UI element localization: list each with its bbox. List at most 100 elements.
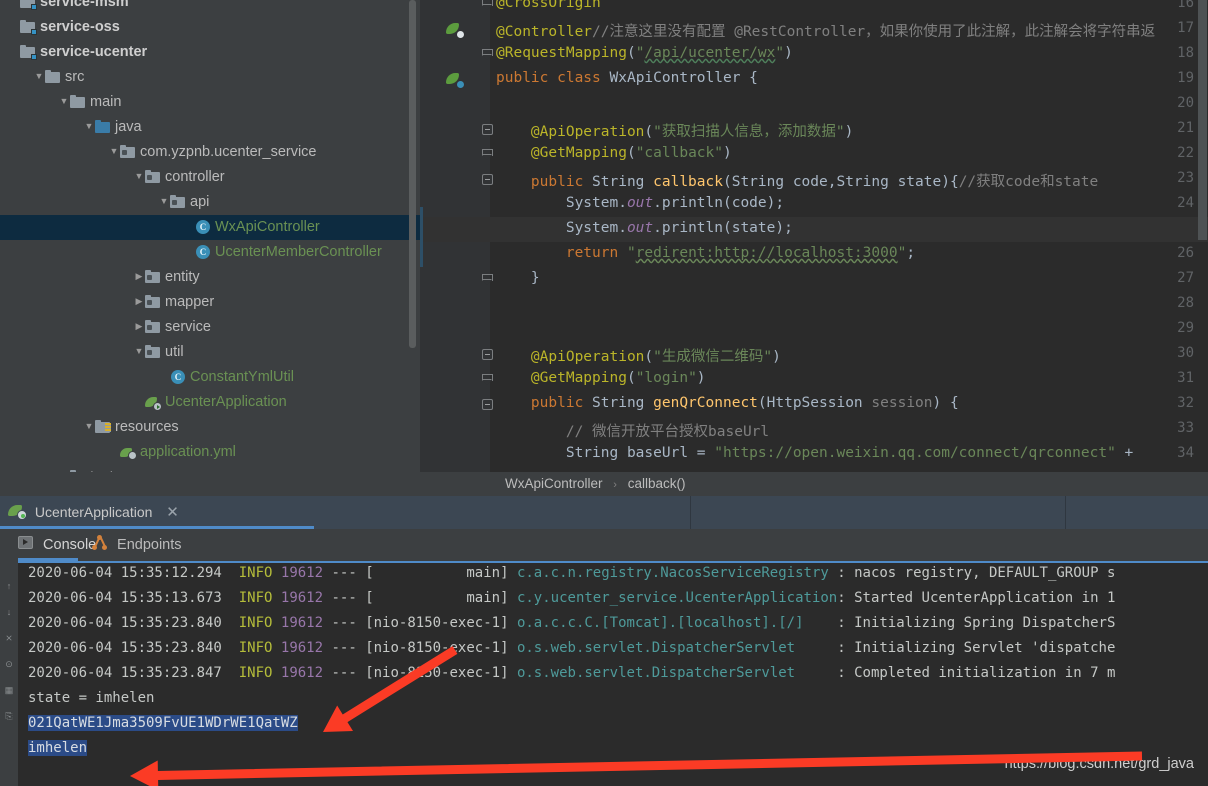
- chevron-right-icon[interactable]: ▶: [133, 264, 145, 289]
- current-line-gutter-highlight: [420, 217, 490, 242]
- code-line[interactable]: System.out.println(state);: [496, 220, 793, 236]
- chevron-right-icon[interactable]: ▶: [133, 289, 145, 314]
- breadcrumb-class[interactable]: WxApiController: [505, 476, 603, 491]
- tree-item-constantymlutil[interactable]: C ConstantYmlUtil: [0, 365, 420, 390]
- chevron-down-icon[interactable]: ▼: [108, 139, 120, 164]
- code-editor[interactable]: 16171819202122232425262728293031323334 @…: [420, 0, 1208, 472]
- tree-item-label: WxApiController: [215, 219, 320, 235]
- chevron-right-icon[interactable]: ▶: [133, 314, 145, 339]
- spring-bean-gutter-icon[interactable]: [446, 71, 465, 89]
- code-fold-icon[interactable]: [482, 49, 493, 60]
- code-line[interactable]: // 微信开放平台授权baseUrl: [496, 420, 769, 441]
- java-class-icon: C: [195, 219, 211, 235]
- console-toolbar-icon[interactable]: ⎘: [4, 711, 14, 721]
- package-icon: [145, 319, 161, 335]
- tree-item-api[interactable]: ▼ api: [0, 190, 420, 215]
- chevron-down-icon[interactable]: ▼: [83, 114, 95, 139]
- tree-item-service[interactable]: ▶ service: [0, 315, 420, 340]
- tree-item-label: mapper: [165, 294, 215, 310]
- tree-item-entity[interactable]: ▶ entity: [0, 265, 420, 290]
- console-output-line: state = imhelen: [28, 690, 155, 706]
- code-line[interactable]: public String genQrConnect(HttpSession s…: [496, 395, 959, 411]
- code-line[interactable]: @ApiOperation("生成微信二维码"): [496, 345, 781, 366]
- package-icon: [120, 144, 136, 160]
- code-fold-icon[interactable]: [482, 349, 493, 360]
- run-subtab-bar[interactable]: Console Endpoints: [0, 529, 1208, 561]
- chevron-down-icon[interactable]: ▼: [133, 164, 145, 189]
- tree-item-service-oss[interactable]: service-oss: [0, 15, 420, 40]
- tree-item-label: main: [90, 94, 122, 110]
- tree-item-service-msm[interactable]: service-msm: [0, 0, 420, 15]
- tab-console[interactable]: Console: [18, 529, 96, 561]
- console-toolbar-icon[interactable]: ⨯: [4, 633, 14, 643]
- tree-item-ucenterapplication[interactable]: UcenterApplication: [0, 390, 420, 415]
- code-fold-icon[interactable]: [482, 0, 493, 10]
- code-line[interactable]: }: [496, 270, 540, 286]
- package-icon: [145, 344, 161, 360]
- code-line[interactable]: @CrossOrigin: [496, 0, 601, 11]
- watermark: https://blog.csdn.net/grd_java: [1004, 756, 1194, 772]
- code-line[interactable]: public String callback(String code,Strin…: [496, 170, 1098, 191]
- tree-item-ucentermembercontroller[interactable]: C UcenterMemberController: [0, 240, 420, 265]
- breadcrumb[interactable]: WxApiController › callback(): [420, 472, 1208, 496]
- tree-item-application-yml[interactable]: application.yml: [0, 440, 420, 465]
- tree-item-label: application.yml: [140, 444, 236, 460]
- code-fold-icon[interactable]: [482, 274, 493, 285]
- tree-item-java[interactable]: ▼ java: [0, 115, 420, 140]
- code-fold-icon[interactable]: [482, 174, 493, 185]
- code-line[interactable]: System.out.println(code);: [496, 195, 784, 211]
- code-line[interactable]: @RequestMapping("/api/ucenter/wx"): [496, 45, 793, 61]
- editor-scrollbar[interactable]: [1198, 0, 1207, 240]
- chevron-down-icon[interactable]: ▼: [83, 414, 95, 439]
- chevron-down-icon[interactable]: ▼: [133, 339, 145, 364]
- code-line[interactable]: String baseUrl = "https://open.weixin.qq…: [496, 445, 1133, 461]
- code-line[interactable]: @ApiOperation("获取扫描人信息，添加数据"): [496, 120, 853, 141]
- close-icon[interactable]: ✕: [166, 504, 179, 521]
- code-line[interactable]: @Controller//注意这里没有配置 @RestController，如果…: [496, 20, 1155, 41]
- code-line[interactable]: public class WxApiController {: [496, 70, 758, 86]
- console-toolbar-icon[interactable]: ↓: [4, 607, 14, 617]
- java-class-icon: C: [170, 369, 186, 385]
- code-line[interactable]: @GetMapping("login"): [496, 370, 706, 386]
- tree-item-service-ucenter[interactable]: service-ucenter: [0, 40, 420, 65]
- breadcrumb-method[interactable]: callback(): [628, 476, 686, 491]
- console-log-line: 2020-06-04 15:35:23.840 INFO 19612 --- […: [28, 640, 1116, 656]
- code-fold-icon[interactable]: [482, 124, 493, 135]
- tree-item-label: com.yzpnb.ucenter_service: [140, 144, 317, 160]
- tree-item-label: src: [65, 69, 85, 85]
- tree-item-controller[interactable]: ▼ controller: [0, 165, 420, 190]
- tree-item-label: service-ucenter: [40, 44, 148, 60]
- code-line[interactable]: @GetMapping("callback"): [496, 145, 732, 161]
- tree-item-label: util: [165, 344, 184, 360]
- tree-item-mapper[interactable]: ▶ mapper: [0, 290, 420, 315]
- project-tool-window[interactable]: service-msm service-oss service-ucenter ▼ sr…: [0, 0, 420, 495]
- code-text[interactable]: @CrossOrigin @Controller//注意这里没有配置 @RestC…: [496, 0, 1208, 472]
- console-side-toolbar[interactable]: ↑ ↓ ⨯ ⊙ ▦ ⎘: [0, 561, 18, 786]
- console-output[interactable]: 2020-06-04 15:35:12.294 INFO 19612 --- […: [18, 561, 1208, 786]
- console-toolbar-icon[interactable]: ⊙: [4, 659, 14, 669]
- console-toolbar-icon[interactable]: ▦: [4, 685, 14, 695]
- console-toolbar-icon[interactable]: ↑: [4, 581, 14, 591]
- tab-endpoints[interactable]: Endpoints: [92, 529, 182, 561]
- code-fold-icon[interactable]: [482, 149, 493, 160]
- project-tree-scrollbar[interactable]: [409, 0, 416, 348]
- folder-icon: [70, 94, 86, 110]
- code-fold-icon[interactable]: [482, 374, 493, 385]
- tree-item-resources[interactable]: ▼ resources: [0, 415, 420, 440]
- console-output-line: 021QatWE1Jma3509FvUE1WDrWE1QatWZ: [28, 715, 298, 731]
- tree-item-main[interactable]: ▼ main: [0, 90, 420, 115]
- code-fold-icon[interactable]: [482, 399, 493, 410]
- chevron-down-icon[interactable]: ▼: [58, 89, 70, 114]
- tree-item-src[interactable]: ▼ src: [0, 65, 420, 90]
- spring-mapping-gutter-icon[interactable]: [446, 21, 465, 39]
- tree-item-util[interactable]: ▼ util: [0, 340, 420, 365]
- console-icon: [18, 535, 34, 551]
- run-tab-ucenterapplication[interactable]: UcenterApplication ✕: [0, 496, 314, 529]
- tree-item-com-yzpnb-ucenter-service[interactable]: ▼ com.yzpnb.ucenter_service: [0, 140, 420, 165]
- run-tool-window-tabbar[interactable]: UcenterApplication ✕: [0, 496, 1208, 529]
- chevron-down-icon[interactable]: ▼: [158, 189, 170, 214]
- tree-item-wxapicontroller[interactable]: C WxApiController: [0, 215, 420, 240]
- code-line[interactable]: return "redirent:http://localhost:3000";: [496, 245, 915, 261]
- tree-item-label: service-msm: [40, 0, 129, 10]
- chevron-down-icon[interactable]: ▼: [33, 64, 45, 89]
